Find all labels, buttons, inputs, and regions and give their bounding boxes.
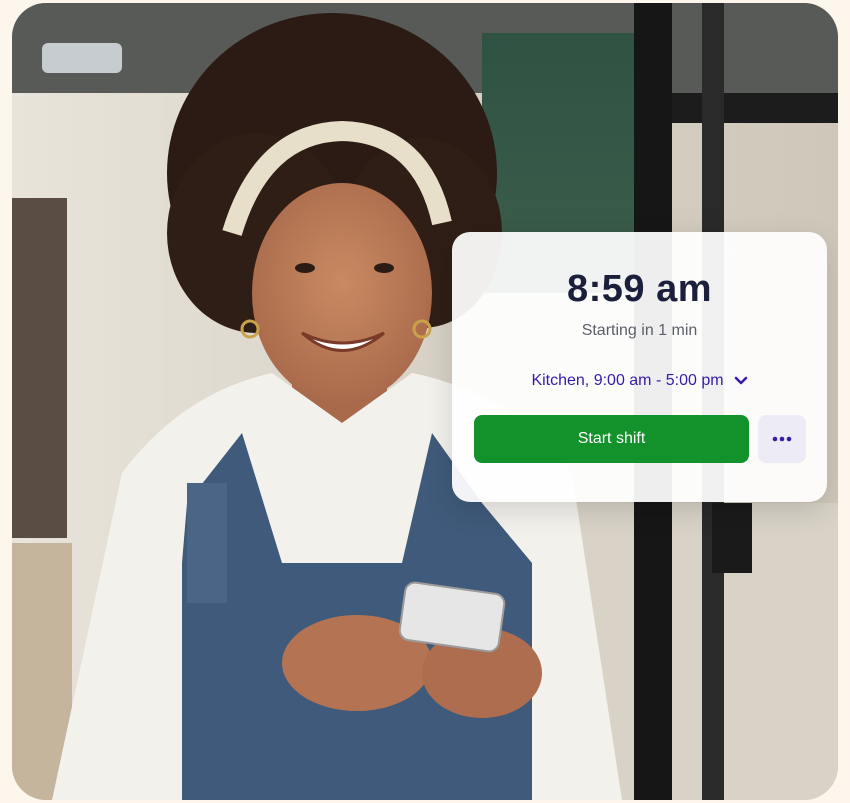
shift-dropdown-label: Kitchen, 9:00 am - 5:00 pm [531, 372, 724, 389]
hero-frame: 8:59 am Starting in 1 min Kitchen, 9:00 … [12, 3, 838, 800]
shift-status: Starting in 1 min [581, 322, 698, 339]
shift-dropdown[interactable]: Kitchen, 9:00 am - 5:00 pm [452, 372, 827, 390]
chevron-down-icon [734, 376, 747, 385]
start-shift-button[interactable]: Start shift [474, 415, 749, 463]
clock-time: 8:59 am [566, 268, 713, 310]
clock-in-card: 8:59 am Starting in 1 min Kitchen, 9:00 … [452, 232, 827, 502]
more-horizontal-icon [772, 436, 792, 442]
more-options-button[interactable] [758, 415, 806, 463]
